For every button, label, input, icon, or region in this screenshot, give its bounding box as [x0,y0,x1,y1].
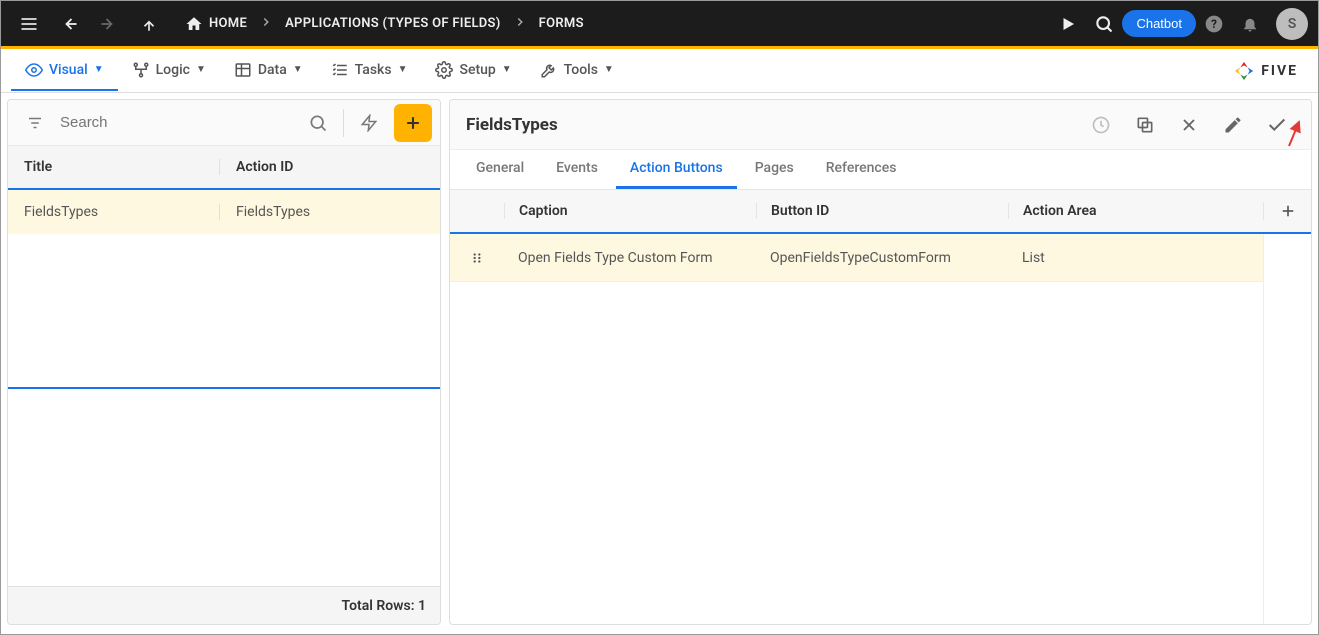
lightning-icon[interactable] [350,104,388,142]
add-row-button[interactable] [1263,202,1311,220]
breadcrumb-applications[interactable]: APPLICATIONS (TYPES OF FIELDS) [279,12,507,35]
play-icon[interactable] [1050,6,1086,42]
chevron-down-icon: ▼ [196,64,206,75]
close-icon[interactable] [1171,107,1207,143]
edit-icon[interactable] [1215,107,1251,143]
search-global-icon[interactable] [1086,6,1122,42]
tab-general[interactable]: General [462,150,538,189]
detail-tabs: General Events Action Buttons Pages Refe… [450,150,1311,190]
breadcrumb: HOME APPLICATIONS (TYPES OF FIELDS) FORM… [179,11,590,37]
list-panel: Title Action ID FieldsTypes FieldsTypes … [7,99,441,625]
tab-label: Logic [156,62,190,78]
tab-references[interactable]: References [812,150,911,189]
tab-label: Setup [459,62,495,78]
save-check-icon[interactable] [1259,107,1295,143]
filter-icon[interactable] [16,104,54,142]
search-input[interactable] [60,114,293,131]
breadcrumb-label: APPLICATIONS (TYPES OF FIELDS) [285,16,501,31]
brand-logo: FIVE [1233,60,1298,82]
hamburger-menu-icon[interactable] [11,6,47,42]
chevron-right-icon [513,15,527,33]
chevron-right-icon [259,15,273,33]
chevron-down-icon: ▼ [502,64,512,75]
header-action-area[interactable]: Action Area [1008,203,1263,219]
list-row[interactable]: FieldsTypes FieldsTypes [8,190,440,234]
tab-tasks[interactable]: Tasks ▼ [317,51,422,91]
avatar[interactable]: S [1276,8,1308,40]
tab-data[interactable]: Data ▼ [220,51,317,91]
page-title: FieldsTypes [466,115,558,135]
tab-setup[interactable]: Setup ▼ [421,51,525,91]
detail-panel: FieldsTypes General Events Action Button… [449,99,1312,625]
copy-icon[interactable] [1127,107,1163,143]
header-button-id[interactable]: Button ID [756,203,1008,219]
tab-tools[interactable]: Tools ▼ [526,51,628,91]
cell-action-area: List [1008,250,1263,266]
back-icon[interactable] [51,6,87,42]
tab-label: Visual [49,62,88,78]
nav-tabs: Visual ▼ Logic ▼ Data ▼ Tasks ▼ Setup ▼ … [1,49,1318,93]
svg-text:?: ? [1211,17,1217,31]
chevron-down-icon: ▼ [94,64,104,75]
tab-events[interactable]: Events [542,150,612,189]
list-headers: Title Action ID [8,146,440,190]
brand-label: FIVE [1261,63,1298,79]
add-button[interactable] [394,104,432,142]
cell-button-id: OpenFieldsTypeCustomForm [756,250,1008,266]
footer-count: 1 [418,598,426,614]
history-icon [1083,107,1119,143]
cell-action-id: FieldsTypes [220,204,440,220]
chevron-down-icon: ▼ [604,64,614,75]
list-footer: Total Rows: 1 [8,586,440,624]
header-caption[interactable]: Caption [504,203,756,219]
topbar: HOME APPLICATIONS (TYPES OF FIELDS) FORM… [1,1,1318,49]
breadcrumb-home[interactable]: HOME [179,11,253,37]
bell-icon[interactable] [1232,6,1268,42]
forward-icon [91,6,127,42]
tab-action-buttons[interactable]: Action Buttons [616,150,737,189]
table-row[interactable]: Open Fields Type Custom Form OpenFieldsT… [450,234,1263,282]
list-toolbar [8,100,440,146]
breadcrumb-label: HOME [209,16,247,31]
sub-headers: Caption Button ID Action Area [450,190,1311,234]
breadcrumb-label: FORMS [539,16,584,31]
search-icon[interactable] [299,104,337,142]
cell-caption: Open Fields Type Custom Form [504,250,756,266]
chatbot-button[interactable]: Chatbot [1122,10,1196,37]
chevron-down-icon: ▼ [293,64,303,75]
footer-label: Total Rows: [342,598,415,614]
tab-label: Tools [564,62,598,78]
tab-visual[interactable]: Visual ▼ [11,51,118,91]
header-action-id[interactable]: Action ID [220,159,440,175]
detail-header: FieldsTypes [450,100,1311,150]
tab-label: Data [258,62,287,78]
drag-handle-icon[interactable] [450,251,504,265]
tab-pages[interactable]: Pages [741,150,808,189]
chevron-down-icon: ▼ [398,64,408,75]
breadcrumb-forms[interactable]: FORMS [533,12,590,35]
tab-label: Tasks [355,62,392,78]
tab-logic[interactable]: Logic ▼ [118,51,220,91]
up-icon[interactable] [131,6,167,42]
help-icon[interactable]: ? [1196,6,1232,42]
header-title[interactable]: Title [8,159,220,175]
content-area: Title Action ID FieldsTypes FieldsTypes … [1,93,1318,631]
cell-title: FieldsTypes [8,204,220,220]
